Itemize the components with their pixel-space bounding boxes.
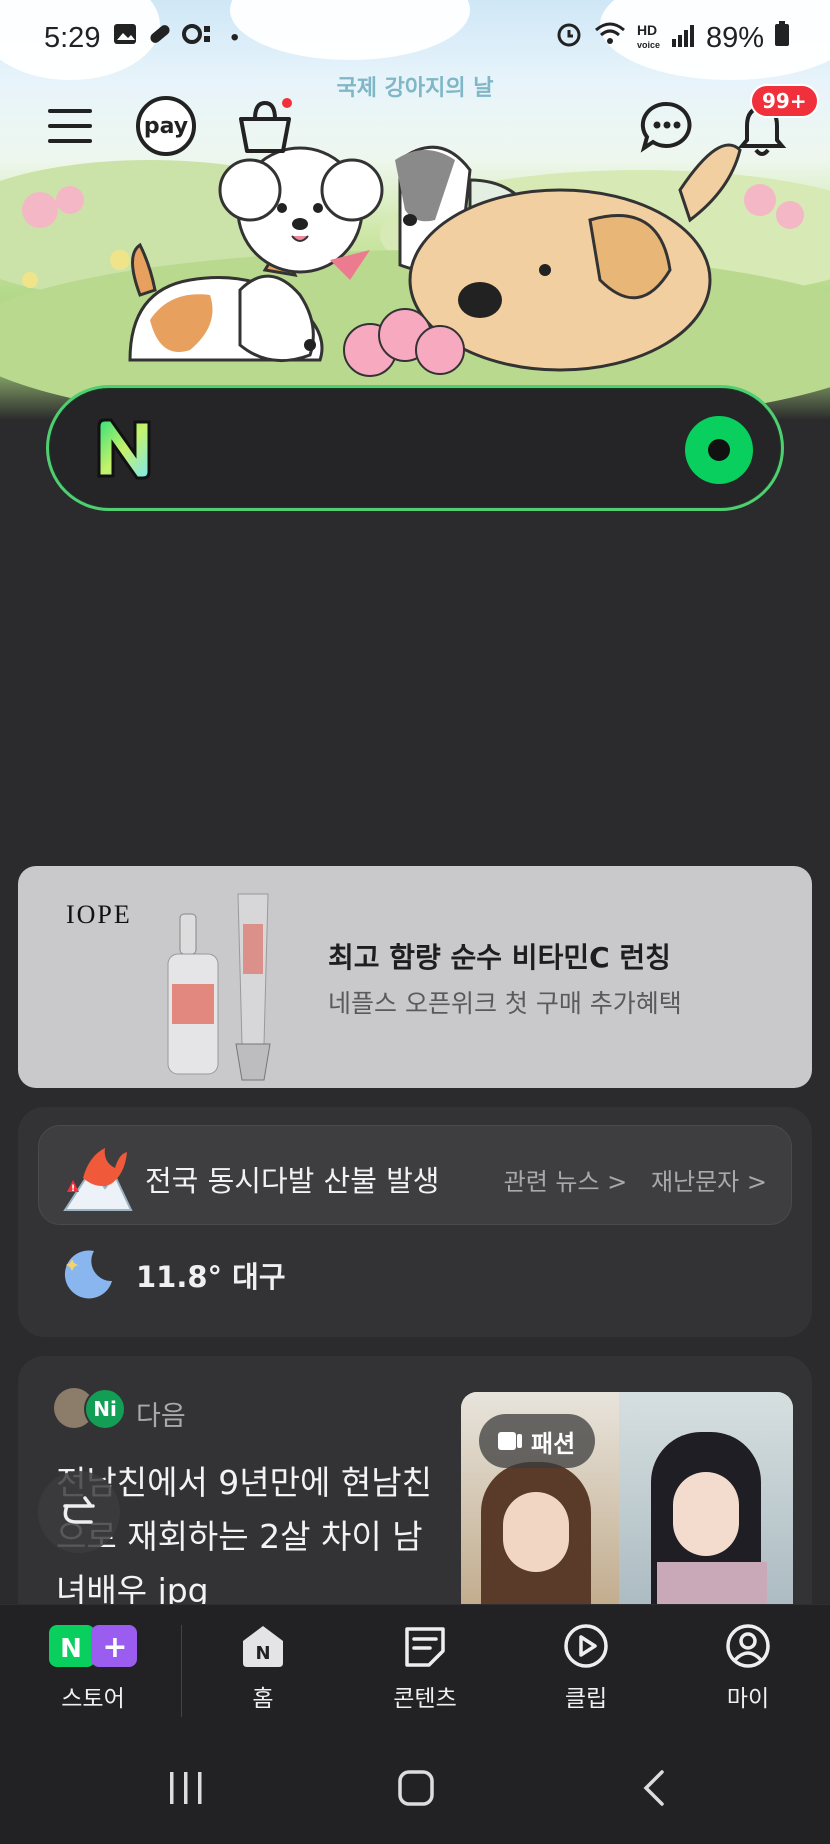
ad-subtext: 네플스 오픈위크 첫 구매 추가혜택 — [328, 989, 682, 1018]
nav-home-label: 홈 — [252, 1686, 274, 1712]
green-dot-search-button[interactable] — [685, 416, 753, 484]
nav-clip[interactable]: 클립 — [526, 1623, 646, 1713]
gallery-icon — [112, 21, 138, 55]
chat-bubble-icon — [640, 101, 692, 153]
chat-button[interactable] — [636, 96, 698, 158]
nav-clip-label: 클립 — [564, 1686, 608, 1712]
dogs-illustration — [22, 143, 804, 377]
signal-icon — [670, 22, 696, 55]
status-more-dot: • — [230, 24, 239, 51]
record-icon — [182, 21, 216, 55]
search-bar[interactable] — [46, 385, 784, 511]
alert-title: 전국 동시다발 산불 발생 — [145, 1164, 440, 1198]
nav-store[interactable]: N + 스토어 — [33, 1623, 153, 1713]
rotate-arrow-icon — [63, 1496, 95, 1524]
weather-widget[interactable]: 11.8° 대구 — [60, 1247, 286, 1303]
recent-apps-icon — [170, 1772, 202, 1804]
svg-text:N: N — [60, 1634, 82, 1664]
disaster-alert-bar[interactable]: ! 전국 동시다발 산불 발생 관련 뉴스 > 재난문자 > — [38, 1125, 792, 1225]
alert-weather-card: ! 전국 동시다발 산불 발생 관련 뉴스 > 재난문자 > 11.8° 대구 — [18, 1107, 812, 1337]
status-time: 5:29 — [44, 21, 101, 54]
store-icon: N + — [49, 1625, 137, 1667]
svg-text:N: N — [255, 1643, 270, 1664]
profile-icon — [726, 1624, 770, 1668]
alarm-icon — [555, 20, 583, 56]
video-icon — [498, 1432, 522, 1450]
ad-headline: 최고 함량 순수 비타민C 런칭 — [328, 941, 671, 974]
contents-icon — [405, 1627, 445, 1667]
weather-text: 11.8° 대구 — [136, 1260, 286, 1294]
nav-my[interactable]: 마이 — [688, 1623, 808, 1713]
back-chevron-icon — [643, 1770, 664, 1806]
pill-icon — [146, 20, 174, 56]
shopping-bag-icon — [239, 98, 292, 153]
system-navigation-bar — [0, 1724, 830, 1844]
shopping-cart-button[interactable] — [232, 94, 298, 158]
nav-store-label: 스토어 — [61, 1686, 125, 1712]
naver-n-logo-icon — [97, 418, 151, 480]
nav-contents[interactable]: 콘텐츠 — [365, 1623, 485, 1713]
home-icon: N — [243, 1626, 283, 1667]
ad-banner[interactable]: IOPE 최고 함량 순수 비타민C 런칭 네플스 오픈위크 첫 구매 추가혜택 — [18, 866, 812, 1088]
clip-icon — [564, 1624, 608, 1668]
news-source: 다음 — [136, 1401, 186, 1432]
recent-apps-button[interactable] — [166, 1768, 206, 1812]
news-headline[interactable]: 전남친에서 9년만에 현남친으로 재회하는 2살 차이 남녀배우 jpg — [56, 1456, 436, 1616]
bottom-navigation: N + 스토어 N 홈 콘텐츠 클립 마이 — [0, 1604, 830, 1724]
svg-text:!: ! — [71, 1184, 75, 1194]
moon-icon — [64, 1250, 112, 1299]
hd-voice-icon: HD voice — [636, 22, 660, 50]
category-badge: 패션 — [479, 1414, 596, 1468]
notification-count-badge: 99+ — [750, 84, 819, 118]
news-thumbnail: 패션 — [461, 1392, 793, 1616]
nav-home[interactable]: N 홈 — [203, 1623, 323, 1713]
svg-text:+: + — [102, 1630, 127, 1665]
wifi-icon — [593, 20, 627, 56]
wildfire-warning-icon: ! — [63, 1148, 133, 1211]
nav-my-label: 마이 — [726, 1686, 770, 1712]
category-label: 패션 — [531, 1429, 576, 1458]
home-square-icon — [398, 1770, 434, 1806]
battery-percent: 89% — [705, 21, 764, 54]
related-news-link[interactable]: 관련 뉴스 > — [504, 1168, 628, 1196]
ad-brand: IOPE — [66, 900, 132, 929]
nav-contents-label: 콘텐츠 — [393, 1686, 457, 1712]
hamburger-icon — [48, 109, 92, 143]
nav-divider — [181, 1625, 182, 1717]
status-bar: 5:29 • HD voice 89% — [44, 18, 790, 58]
disaster-message-link[interactable]: 재난문자 > — [651, 1168, 767, 1196]
back-button[interactable] — [634, 1768, 674, 1812]
refresh-float-button[interactable] — [38, 1471, 120, 1553]
pay-button[interactable]: pay — [136, 96, 196, 156]
battery-icon — [774, 21, 790, 55]
news-feed-card[interactable]: Ni 다음 전남친에서 9년만에 현남친으로 재회하는 2살 차이 남녀배우 j… — [18, 1356, 812, 1616]
home-system-button[interactable] — [396, 1768, 436, 1812]
pay-label: pay — [143, 113, 189, 139]
naver-news-badge-icon: Ni — [84, 1388, 126, 1430]
product-image — [167, 893, 271, 1081]
menu-button[interactable] — [44, 100, 96, 152]
event-banner-illustration[interactable]: 5:29 • HD voice 89% 국제 강아지의 날 pay 99+ — [0, 0, 830, 420]
